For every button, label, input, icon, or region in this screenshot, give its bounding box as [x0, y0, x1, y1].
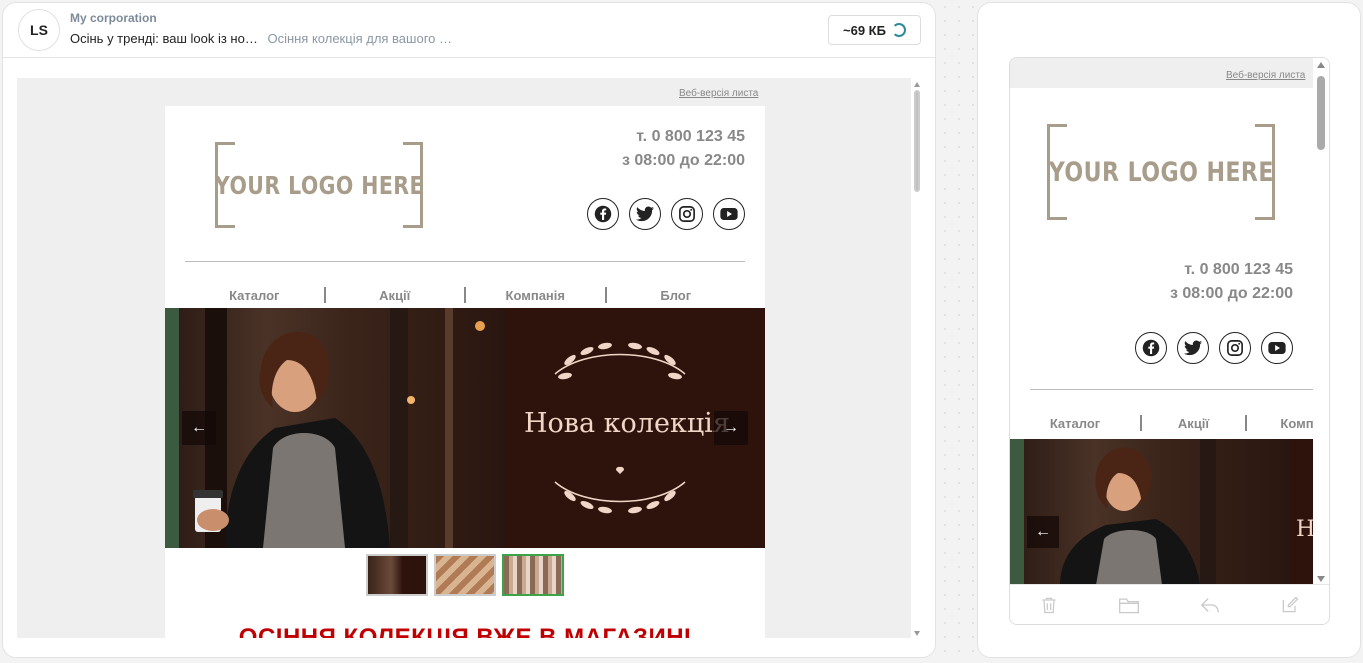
- preheader-text: Осіння колекція для вашого …: [267, 31, 452, 46]
- email-scrollbar[interactable]: [911, 78, 923, 638]
- scroll-up-icon[interactable]: [1317, 62, 1325, 68]
- mobile-menu-item-company[interactable]: Комп: [1247, 416, 1313, 431]
- scroll-up-icon[interactable]: [914, 82, 920, 87]
- menu-item-sales[interactable]: Акції: [326, 288, 465, 303]
- woman-photo-illustration: [1010, 439, 1216, 585]
- menu-item-company[interactable]: Компанія: [466, 288, 605, 303]
- youtube-icon[interactable]: [713, 198, 745, 230]
- email-viewport[interactable]: Веб-версія листа YOUR LOGO HERE т. 0 800…: [17, 78, 911, 638]
- promo-heading: ОСІННЯ КОЛЕКЦІЯ ВЖЕ В МАГАЗИНІ: [238, 624, 692, 638]
- mobile-hero-banner: Н ←: [1010, 439, 1313, 585]
- reply-icon[interactable]: [1199, 595, 1221, 615]
- phone-number: т. 0 800 123 45: [636, 128, 745, 145]
- mobile-menu-item-catalog[interactable]: Каталог: [1010, 416, 1140, 431]
- size-label: ~69 КБ: [843, 22, 886, 38]
- instagram-icon[interactable]: [1219, 332, 1251, 364]
- twitter-icon[interactable]: [1177, 332, 1209, 364]
- mobile-viewport[interactable]: Веб-версія листа YOUR LOGO HERE т. 0 800…: [1010, 58, 1313, 585]
- logo-placeholder: YOUR LOGO HERE: [215, 142, 423, 228]
- mobile-social-links: [1135, 332, 1293, 364]
- mobile-contact-info: т. 0 800 123 45 з 08:00 до 22:00: [1170, 258, 1293, 306]
- avatar: LS: [18, 9, 60, 51]
- arrow-left-icon: ←: [1035, 523, 1051, 540]
- email-nav-menu: Каталог Акції Компанія Блог: [185, 287, 745, 303]
- email-header: LS My corporation Осінь у тренді: ваш lo…: [3, 3, 935, 58]
- header-divider: [185, 261, 745, 262]
- mobile-web-version-link[interactable]: Веб-версія листа: [1226, 70, 1305, 81]
- size-indicator: ~69 КБ: [828, 15, 921, 45]
- mobile-nav-menu: Каталог Акції Комп: [1010, 415, 1313, 431]
- laurel-bottom-icon: [554, 466, 686, 514]
- carousel-thumbnail-active[interactable]: [502, 554, 564, 596]
- mobile-scrollbar[interactable]: [1313, 58, 1329, 585]
- sender-name: My corporation: [70, 11, 157, 25]
- web-version-link[interactable]: Веб-версія листа: [679, 88, 758, 99]
- mobile-hero-text-area: Н: [1290, 439, 1313, 585]
- facebook-icon[interactable]: [587, 198, 619, 230]
- subject-line: Осінь у тренді: ваш look із но… Осіння к…: [70, 31, 452, 46]
- facebook-icon[interactable]: [1135, 332, 1167, 364]
- twitter-icon[interactable]: [629, 198, 661, 230]
- carousel-thumbnails: [366, 554, 564, 596]
- mobile-preview-panel: Веб-версія листа YOUR LOGO HERE т. 0 800…: [977, 2, 1361, 658]
- mobile-carousel-prev-button[interactable]: ←: [1027, 516, 1059, 548]
- compose-icon[interactable]: [1280, 595, 1300, 615]
- menu-item-catalog[interactable]: Каталог: [185, 288, 324, 303]
- woman-photo-illustration: [165, 308, 485, 548]
- scroll-thumb[interactable]: [1317, 76, 1325, 150]
- hero-photo: [165, 308, 505, 548]
- carousel-prev-button[interactable]: ←: [182, 411, 216, 445]
- contact-info: т. 0 800 123 45 з 08:00 до 22:00: [622, 125, 745, 173]
- mobile-toolbar: [1010, 584, 1329, 624]
- email-body: YOUR LOGO HERE т. 0 800 123 45 з 08:00 д…: [165, 106, 765, 638]
- hero-title: Нова колекція: [524, 408, 730, 439]
- loading-spinner-icon: [891, 23, 906, 37]
- social-links: [587, 198, 745, 230]
- mobile-logo-placeholder: YOUR LOGO HERE: [1047, 124, 1275, 220]
- mobile-hero-photo: [1010, 439, 1290, 585]
- subject-text: Осінь у тренді: ваш look із но…: [70, 31, 258, 46]
- scroll-down-icon[interactable]: [914, 631, 920, 636]
- folder-icon[interactable]: [1118, 595, 1140, 615]
- mobile-device-frame: Веб-версія листа YOUR LOGO HERE т. 0 800…: [1009, 57, 1330, 625]
- trash-icon[interactable]: [1039, 595, 1059, 615]
- youtube-icon[interactable]: [1261, 332, 1293, 364]
- menu-item-blog[interactable]: Блог: [607, 288, 746, 303]
- email-preview-panel: LS My corporation Осінь у тренді: ваш lo…: [2, 2, 936, 658]
- mobile-phone-number: т. 0 800 123 45: [1184, 261, 1293, 278]
- hero-banner: Нова колекція ← →: [165, 308, 765, 548]
- arrow-right-icon: →: [723, 419, 739, 436]
- scroll-down-icon[interactable]: [1317, 576, 1325, 582]
- mobile-hero-title: Н: [1296, 517, 1313, 542]
- carousel-thumbnail[interactable]: [434, 554, 496, 596]
- carousel-next-button[interactable]: →: [714, 411, 748, 445]
- laurel-top-icon: [554, 342, 686, 380]
- carousel-thumbnail[interactable]: [366, 554, 428, 596]
- scroll-thumb[interactable]: [914, 90, 920, 192]
- mobile-menu-item-sales[interactable]: Акції: [1142, 416, 1245, 431]
- instagram-icon[interactable]: [671, 198, 703, 230]
- mobile-header-divider: [1030, 389, 1313, 390]
- mobile-working-hours: з 08:00 до 22:00: [1169, 285, 1293, 302]
- working-hours: з 08:00 до 22:00: [621, 152, 745, 169]
- arrow-left-icon: ←: [191, 419, 207, 436]
